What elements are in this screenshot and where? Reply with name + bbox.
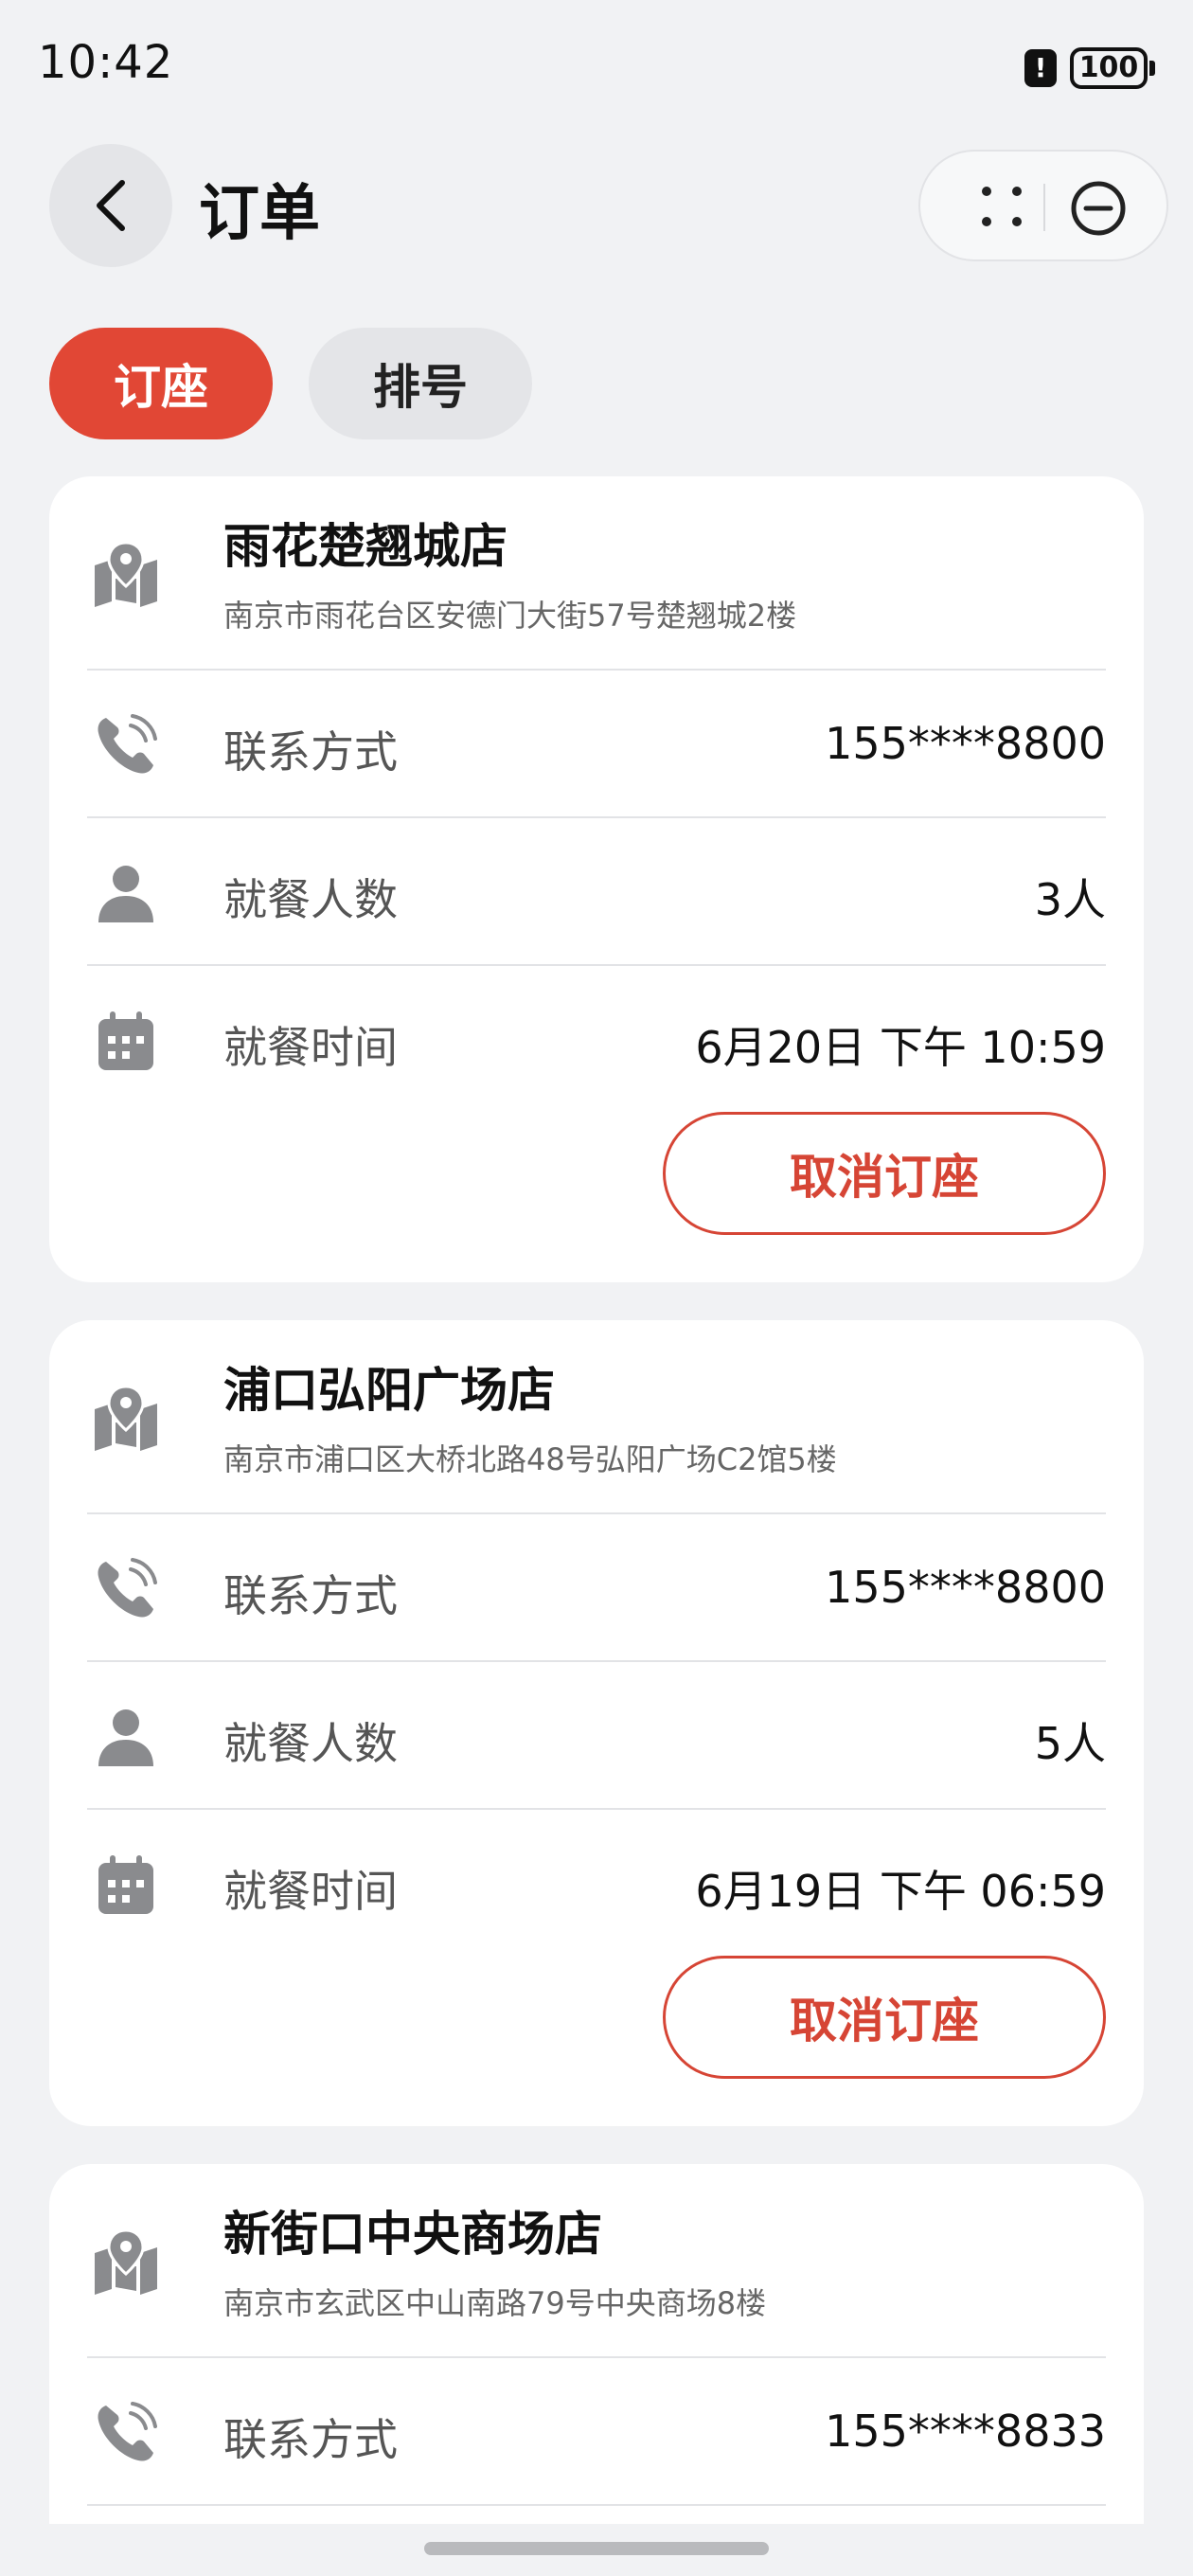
person-icon	[98, 1709, 153, 1766]
reservation-card: 新街口中央商场店 南京市玄武区中山南路79号中央商场8楼 联系方式 155***…	[49, 2164, 1144, 2524]
reservation-list: 雨花楚翘城店 南京市雨花台区安德门大街57号楚翘城2楼 联系方式 155****…	[49, 476, 1144, 2562]
four-dots-icon	[982, 187, 1022, 226]
dining-time-label: 就餐时间	[223, 1022, 398, 1073]
status-time: 10:42	[38, 36, 174, 89]
map-pin-icon	[95, 1385, 157, 1451]
capsule-divider	[1043, 184, 1045, 231]
phone-icon	[98, 714, 157, 774]
party-size-label: 就餐人数	[223, 874, 398, 925]
tab-queue-number[interactable]: 排号	[309, 328, 532, 439]
status-bar: 10:42 ! 100	[0, 0, 1193, 133]
dining-time-value: 6月20日 下午 10:59	[695, 1022, 1106, 1073]
dining-time-label: 就餐时间	[223, 1866, 398, 1917]
store-address: 南京市玄武区中山南路79号中央商场8楼	[223, 2285, 767, 2321]
minus-circle-icon	[1071, 181, 1126, 236]
store-name: 雨花楚翘城店	[223, 519, 507, 574]
cancel-reservation-button[interactable]: 取消订座	[663, 1112, 1106, 1235]
mini-program-capsule	[918, 150, 1168, 261]
contact-row: 联系方式 155****8800	[87, 669, 1106, 816]
row-divider	[87, 2504, 1106, 2524]
chevron-left-icon	[97, 180, 125, 231]
dining-time-row: 就餐时间 6月19日 下午 06:59	[87, 1808, 1106, 1956]
contact-row: 联系方式 155****8833	[87, 2356, 1106, 2504]
party-size-label: 就餐人数	[223, 1718, 398, 1769]
map-pin-icon	[95, 541, 157, 607]
contact-label: 联系方式	[223, 726, 398, 778]
close-button[interactable]	[1070, 180, 1127, 237]
store-address: 南京市雨花台区安德门大街57号楚翘城2楼	[223, 598, 797, 634]
store-row: 浦口弘阳广场店 南京市浦口区大桥北路48号弘阳广场C2馆5楼	[87, 1320, 1106, 1512]
store-address: 南京市浦口区大桥北路48号弘阳广场C2馆5楼	[223, 1441, 837, 1477]
calendar-icon	[98, 1011, 153, 1070]
back-button[interactable]	[49, 144, 172, 267]
contact-label: 联系方式	[223, 1570, 398, 1621]
map-pin-icon	[95, 2228, 157, 2295]
tab-reservation[interactable]: 订座	[49, 328, 273, 439]
contact-row: 联系方式 155****8800	[87, 1512, 1106, 1660]
party-size-value: 5人	[1034, 1718, 1106, 1769]
person-icon	[98, 866, 153, 922]
cancel-reservation-button[interactable]: 取消订座	[663, 1956, 1106, 2079]
contact-value: 155****8800	[825, 1562, 1106, 1613]
store-row: 雨花楚翘城店 南京市雨花台区安德门大街57号楚翘城2楼	[87, 476, 1106, 669]
page-title: 订单	[199, 179, 320, 249]
store-name: 浦口弘阳广场店	[223, 1363, 555, 1418]
store-row: 新街口中央商场店 南京市玄武区中山南路79号中央商场8楼	[87, 2164, 1106, 2356]
party-size-value: 3人	[1034, 874, 1106, 925]
contact-label: 联系方式	[223, 2414, 398, 2465]
dining-time-value: 6月19日 下午 06:59	[695, 1866, 1106, 1917]
phone-icon	[98, 2402, 157, 2461]
dining-time-row: 就餐时间 6月20日 下午 10:59	[87, 964, 1106, 1112]
tab-bar: 订座 排号	[49, 328, 532, 439]
home-indicator[interactable]	[424, 2542, 769, 2555]
contact-value: 155****8800	[825, 718, 1106, 769]
contact-value: 155****8833	[825, 2406, 1106, 2457]
header: 订单	[0, 142, 1193, 269]
battery-icon: 100	[1070, 47, 1155, 89]
party-size-row: 就餐人数 3人	[87, 816, 1106, 964]
calendar-icon	[98, 1855, 153, 1914]
action-row: 取消订座	[87, 1112, 1106, 1282]
phone-icon	[98, 1558, 157, 1618]
alert-icon: !	[1024, 49, 1057, 87]
party-size-row: 就餐人数 5人	[87, 1660, 1106, 1808]
action-row: 取消订座	[87, 1956, 1106, 2126]
reservation-card: 雨花楚翘城店 南京市雨花台区安德门大街57号楚翘城2楼 联系方式 155****…	[49, 476, 1144, 1282]
more-button[interactable]	[975, 180, 1028, 233]
reservation-card: 浦口弘阳广场店 南京市浦口区大桥北路48号弘阳广场C2馆5楼 联系方式 155*…	[49, 1320, 1144, 2126]
store-name: 新街口中央商场店	[223, 2207, 602, 2262]
